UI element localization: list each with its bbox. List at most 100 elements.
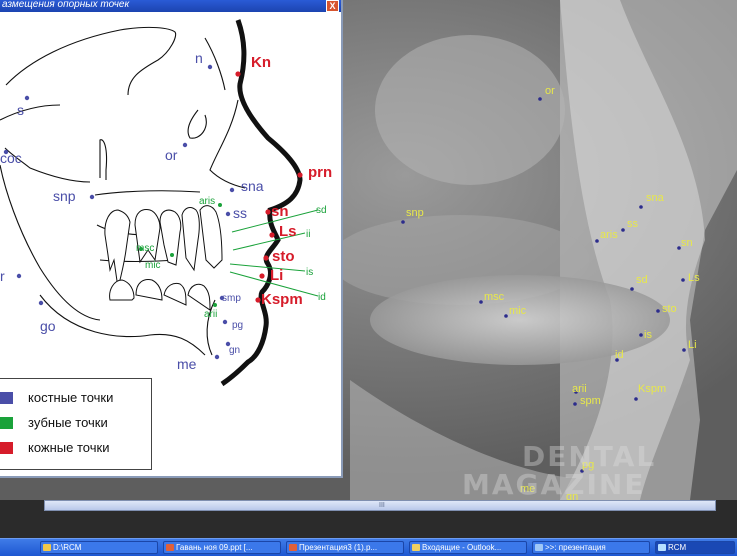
xray-dot-is <box>639 333 643 337</box>
legend-swatch-tooth <box>0 417 13 429</box>
xray-dot-snp <box>401 220 405 224</box>
xray-dot-mic <box>504 314 508 318</box>
bone-label-pg: pg <box>232 320 243 331</box>
bone-label-ss: ss <box>233 205 247 221</box>
tooth-dot-mic <box>170 253 174 257</box>
xray-label-aris: aris <box>600 229 618 241</box>
skin-label-sn: sn <box>271 203 289 220</box>
skin-dot-sn <box>265 209 271 215</box>
points-window: азмещения опорных точек X s n or coc snp… <box>0 0 343 478</box>
scrollbar-thumb[interactable]: III <box>45 501 715 510</box>
app-icon <box>658 544 666 551</box>
tooth-label-is: is <box>306 267 313 278</box>
bone-dot-n <box>207 64 213 70</box>
tooth-dot-arii <box>213 303 217 307</box>
tooth-label-id: id <box>318 292 326 303</box>
window-title: азмещения опорных точек <box>2 0 130 10</box>
bone-label-smp: smp <box>222 293 241 304</box>
watermark-line-2: MAGAZINE <box>462 468 646 501</box>
close-button[interactable]: X <box>326 0 339 12</box>
tooth-label-sd: sd <box>316 205 327 216</box>
xray-label-mic: mic <box>509 305 527 317</box>
skin-label-li: Li <box>270 267 283 284</box>
legend-swatch-bone <box>0 392 13 404</box>
bone-label-sna: sna <box>241 178 264 194</box>
xray-label-or: or <box>545 85 555 97</box>
taskbar-label: Входящие - Outlook... <box>422 543 502 552</box>
xray-label-sd: sd <box>636 274 648 286</box>
taskbar: D:\RCM Гавань ноя 09.ppt [... Презентаци… <box>0 538 737 556</box>
legend-label-skin: кожные точки <box>28 440 110 455</box>
bone-label-go: go <box>40 318 56 334</box>
watermark: DENTAL MAGAZINE <box>462 440 682 501</box>
bone-label-coc: coc <box>0 150 22 166</box>
xray-dot-sna <box>639 205 643 209</box>
xray-label-msc: msc <box>484 291 505 303</box>
bone-label-n: n <box>195 50 203 66</box>
bone-dot-or <box>182 142 188 148</box>
presentation-icon <box>535 544 543 551</box>
tooth-label-mic: mic <box>145 260 161 271</box>
bone-dot-r <box>16 273 22 279</box>
bone-label-me: me <box>177 356 197 372</box>
skin-dot-sto <box>263 255 269 261</box>
bone-label-r: r <box>0 268 5 284</box>
bone-dot-s <box>24 95 30 101</box>
tooth-label-arii: arii <box>204 309 217 320</box>
skin-label-ls: Ls <box>279 223 297 240</box>
xray-label-sna: sna <box>646 192 665 204</box>
taskbar-item-ppt-1[interactable]: Гавань ноя 09.ppt [... <box>163 541 281 554</box>
legend-label-tooth: зубные точки <box>28 415 108 430</box>
skin-label-kn: Kn <box>251 54 271 71</box>
xray-dot-msc <box>479 300 483 304</box>
xray-dot-ls <box>681 278 685 282</box>
folder-icon <box>43 544 51 551</box>
xray-label-ls: Ls <box>688 272 700 284</box>
xray-dot-or <box>538 97 542 101</box>
scrollbar-grip-icon: III <box>379 502 385 509</box>
window-titlebar[interactable]: азмещения опорных точек X <box>0 0 341 12</box>
bone-dot-go <box>38 300 44 306</box>
tooth-label-aris: aris <box>199 196 215 207</box>
xray-dot-li <box>682 348 686 352</box>
tooth-label-msc: msc <box>136 243 154 254</box>
taskbar-item-ppt-2[interactable]: Презентация3 (1).p... <box>286 541 404 554</box>
taskbar-label: >>: презентация <box>545 543 606 552</box>
xray-label-is: is <box>644 329 652 341</box>
taskbar-item-outlook[interactable]: Входящие - Outlook... <box>409 541 527 554</box>
bone-dot-snp <box>89 194 95 200</box>
skin-dot-kn <box>235 71 241 77</box>
xray-label-ss: ss <box>627 218 639 230</box>
xray-dot-aris <box>595 239 599 243</box>
taskbar-label: D:\RCM <box>53 543 82 552</box>
xray-label-kspm: Kspm <box>638 383 666 395</box>
xray-label-sto: sto <box>662 303 677 315</box>
legend-label-bone: костные точки <box>28 390 114 405</box>
xray-dot-sd <box>630 287 634 291</box>
taskbar-item-presentation[interactable]: >>: презентация <box>532 541 650 554</box>
skin-dot-prn <box>297 172 303 178</box>
horizontal-scrollbar[interactable]: III <box>44 500 716 511</box>
skin-label-sto: sto <box>272 248 295 265</box>
powerpoint-icon <box>166 544 174 551</box>
xray-label-li: Li <box>688 339 697 351</box>
taskbar-item-rcm-folder[interactable]: D:\RCM <box>40 541 158 554</box>
skin-dot-kspm <box>255 297 261 303</box>
skin-label-kspm: Kspm <box>261 291 303 308</box>
bone-dot-sna <box>229 187 235 193</box>
skin-label-prn: prn <box>308 164 332 181</box>
outlook-icon <box>412 544 420 551</box>
xray-dot-kspm <box>634 397 638 401</box>
xray-dot-sto <box>656 309 660 313</box>
taskbar-label: RCM <box>668 543 687 552</box>
skin-dot-li <box>259 273 265 279</box>
xray-label-snp: snp <box>406 207 424 219</box>
bone-label-s: s <box>17 102 24 118</box>
taskbar-item-rcm[interactable]: RCM <box>655 541 735 554</box>
legend: костные точки зубные точки кожные точки <box>0 378 152 470</box>
xray-label-arii: arii <box>572 383 587 395</box>
xray-dot-ss <box>621 228 625 232</box>
tooth-dot-aris <box>218 203 222 207</box>
skin-dot-ls <box>269 232 275 238</box>
bone-label-gn: gn <box>229 345 240 356</box>
